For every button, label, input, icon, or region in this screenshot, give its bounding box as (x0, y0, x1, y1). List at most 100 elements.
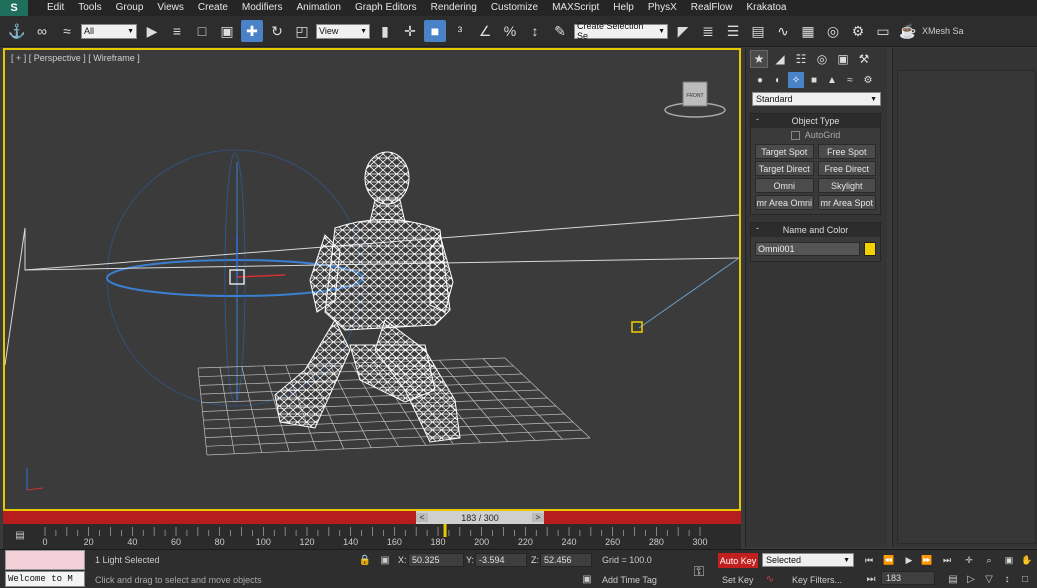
lock-selection-icon[interactable]: 🔒 (358, 553, 372, 567)
name-color-header[interactable]: - Name and Color (751, 223, 880, 237)
keyboard-shortcut-override-icon[interactable]: ■ (424, 20, 446, 42)
maximize-viewport-icon[interactable]: □ (1018, 572, 1032, 586)
reference-coord-dropdown[interactable]: View ▼ (316, 23, 370, 39)
cameras-icon[interactable]: ■ (806, 72, 822, 88)
schematic-view-icon[interactable]: ▦ (797, 20, 819, 42)
key-filters-button[interactable]: Key Filters... (792, 575, 842, 585)
set-key-icon[interactable]: ⚿ (688, 562, 710, 580)
pan-icon[interactable]: ✋ (1019, 552, 1035, 568)
prev-frame-button[interactable]: < (416, 513, 428, 522)
light-button-target-direct[interactable]: Target Direct (755, 161, 814, 176)
dolly-icon[interactable]: ↕ (1000, 572, 1014, 586)
light-button-free-direct[interactable]: Free Direct (817, 161, 876, 176)
selection-filter-dropdown[interactable]: All ▼ (81, 23, 137, 39)
go-to-start-icon[interactable]: ⏮ (861, 552, 877, 568)
systems-icon[interactable]: ⚙ (860, 72, 876, 88)
previous-frame-icon[interactable]: ⏪ (881, 552, 897, 568)
next-frame-button[interactable]: > (532, 513, 544, 522)
mini-curve-editor-icon[interactable]: ▤ (13, 528, 27, 542)
render-teapot-icon[interactable]: ☕ (897, 20, 919, 42)
bind-space-warp-icon[interactable]: ≈ (56, 20, 78, 42)
light-button-free-spot[interactable]: Free Spot (817, 144, 876, 159)
time-config-icon[interactable]: ▤ (946, 572, 960, 586)
time-slider-bar[interactable]: < 183 / 300 > (3, 511, 741, 524)
material-editor-icon[interactable]: ◎ (822, 20, 844, 42)
motion-tab-icon[interactable]: ◎ (813, 50, 831, 68)
window-crossing-icon[interactable]: ▣ (216, 20, 238, 42)
walk-through-icon[interactable]: ▽ (982, 572, 996, 586)
menu-help[interactable]: Help (606, 0, 641, 16)
snaps-toggle-icon[interactable]: ³ (449, 20, 471, 42)
menu-maxscript[interactable]: MAXScript (545, 0, 606, 16)
light-category-dropdown[interactable]: Standard ▼ (752, 92, 881, 106)
app-logo[interactable]: S (0, 0, 28, 16)
pivot-center-icon[interactable]: ▮ (374, 20, 396, 42)
select-and-rotate-icon[interactable]: ↻ (266, 20, 288, 42)
angle-snap-icon[interactable]: ∠ (474, 20, 496, 42)
set-key-button[interactable]: Set Key (722, 575, 754, 585)
align-icon[interactable]: ≣ (697, 20, 719, 42)
menu-customize[interactable]: Customize (484, 0, 545, 16)
select-object-icon[interactable]: ▶ (141, 20, 163, 42)
percent-snap-icon[interactable]: % (499, 20, 521, 42)
display-tab-icon[interactable]: ▣ (834, 50, 852, 68)
curve-editor-icon[interactable]: ∿ (772, 20, 794, 42)
spinner-snap-icon[interactable]: ↕ (524, 20, 546, 42)
menu-views[interactable]: Views (150, 0, 191, 16)
object-type-header[interactable]: - Object Type (751, 114, 880, 128)
current-frame-field[interactable]: 183 (881, 571, 935, 585)
light-button-skylight[interactable]: Skylight (817, 178, 876, 193)
graphite-tools-icon[interactable]: ▤ (747, 20, 769, 42)
xmesh-toolbar-label[interactable]: XMesh Sa (922, 26, 964, 36)
create-tab-icon[interactable]: ★ (750, 50, 768, 68)
modify-tab-icon[interactable]: ◢ (771, 50, 789, 68)
z-coordinate-field[interactable]: 52.456 (540, 553, 592, 567)
field-of-view-icon[interactable]: ▣ (1001, 552, 1017, 568)
zoom-extents-icon[interactable]: ✛ (961, 552, 977, 568)
named-selection-dropdown[interactable]: Create Selection Se ▼ (574, 21, 668, 41)
space-warps-icon[interactable]: ≈ (842, 72, 858, 88)
next-frame-icon[interactable]: ⏩ (919, 552, 935, 568)
menu-group[interactable]: Group (109, 0, 151, 16)
rect-selection-icon[interactable]: □ (191, 20, 213, 42)
x-coordinate-field[interactable]: 50.325 (408, 553, 464, 567)
viewport-scene[interactable]: FRONT (5, 50, 739, 509)
select-by-name-icon[interactable]: ≡ (166, 20, 188, 42)
light-button-target-spot[interactable]: Target Spot (755, 144, 814, 159)
hierarchy-tab-icon[interactable]: ☷ (792, 50, 810, 68)
render-setup-icon[interactable]: ⚙ (847, 20, 869, 42)
y-coordinate-field[interactable]: -3.594 (475, 553, 527, 567)
viewport-label[interactable]: [ + ] [ Perspective ] [ Wireframe ] (11, 53, 140, 63)
light-button-mr-area-omni[interactable]: mr Area Omni (755, 195, 814, 210)
menu-tools[interactable]: Tools (71, 0, 108, 16)
rendered-frame-icon[interactable]: ▭ (872, 20, 894, 42)
time-tag-icon[interactable]: ▣ (580, 572, 594, 586)
play-icon[interactable]: ▶ (901, 552, 917, 568)
menu-krakatoa[interactable]: Krakatoa (739, 0, 793, 16)
layer-manager-icon[interactable]: ☰ (722, 20, 744, 42)
perspective-viewport[interactable]: FRONT [ + ] [ Perspective ] [ Wireframe … (3, 48, 741, 511)
autogrid-checkbox[interactable]: AutoGrid (751, 128, 880, 142)
edit-named-selection-icon[interactable]: ✎ (549, 20, 571, 42)
select-and-link-icon[interactable]: ⚓ (6, 20, 28, 42)
utilities-tab-icon[interactable]: ⚒ (855, 50, 873, 68)
menu-edit[interactable]: Edit (40, 0, 71, 16)
select-and-move-icon[interactable]: ✚ (241, 20, 263, 42)
absolute-mode-icon[interactable]: ▣ (378, 553, 392, 567)
menu-physx[interactable]: PhysX (641, 0, 684, 16)
add-time-tag[interactable]: Add Time Tag (602, 575, 657, 585)
mirror-icon[interactable]: ◤ (672, 20, 694, 42)
menu-graph-editors[interactable]: Graph Editors (348, 0, 424, 16)
object-name-field[interactable]: Omni001 (755, 242, 860, 256)
time-slider[interactable]: < 183 / 300 > (416, 511, 544, 524)
helpers-icon[interactable]: ▲ (824, 72, 840, 88)
object-color-swatch[interactable] (864, 242, 876, 256)
shapes-icon[interactable]: ◐ (770, 72, 786, 88)
menu-create[interactable]: Create (191, 0, 235, 16)
lights-icon[interactable]: ✧ (788, 72, 804, 88)
select-and-scale-icon[interactable]: ◰ (291, 20, 313, 42)
move-gizmo-icon[interactable]: ✛ (399, 20, 421, 42)
maxscript-listener-mini[interactable] (5, 550, 85, 570)
light-button-mr-area-spot[interactable]: mr Area Spot (817, 195, 876, 210)
maxscript-welcome-field[interactable]: Welcome to M (5, 571, 85, 587)
